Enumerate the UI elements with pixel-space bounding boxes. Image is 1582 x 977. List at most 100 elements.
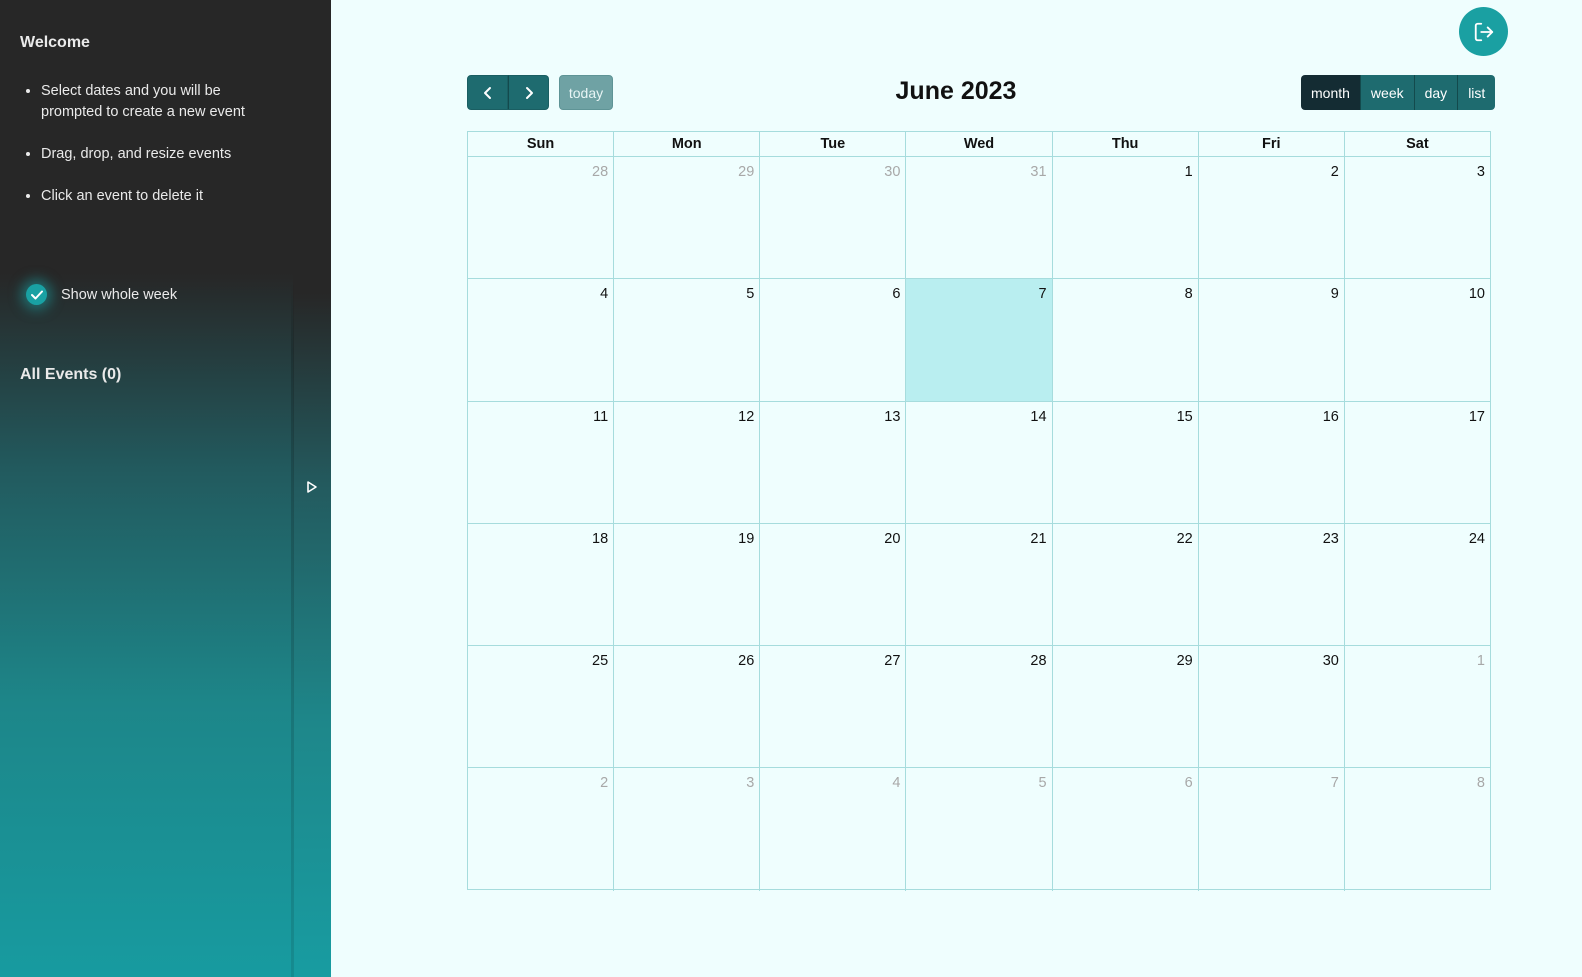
- calendar-day-cell[interactable]: 31: [906, 157, 1053, 279]
- day-number[interactable]: 7: [1331, 775, 1339, 791]
- view-month-button[interactable]: month: [1301, 75, 1360, 110]
- calendar-day-cell[interactable]: 7: [1199, 768, 1345, 891]
- calendar-week-row: 28 29 30 31 1 2 3: [468, 157, 1490, 280]
- day-number[interactable]: 2: [1331, 164, 1339, 180]
- calendar-day-cell[interactable]: 25: [468, 646, 615, 768]
- calendar-day-cell[interactable]: 14: [906, 401, 1053, 523]
- calendar-day-cell[interactable]: 3: [614, 768, 761, 891]
- day-number[interactable]: 14: [1030, 409, 1046, 425]
- day-number[interactable]: 10: [1469, 286, 1485, 302]
- calendar-day-cell[interactable]: 23: [1199, 523, 1345, 646]
- calendar-day-cell[interactable]: 1: [1345, 646, 1490, 767]
- day-number[interactable]: 29: [1177, 653, 1193, 669]
- day-number[interactable]: 26: [738, 653, 754, 669]
- day-number[interactable]: 5: [1038, 775, 1046, 791]
- day-number[interactable]: 17: [1469, 409, 1485, 425]
- day-number[interactable]: 7: [1038, 286, 1046, 302]
- calendar-day-cell[interactable]: 22: [1053, 523, 1199, 646]
- calendar-day-cell[interactable]: 3: [1345, 157, 1490, 278]
- day-number[interactable]: 16: [1323, 409, 1339, 425]
- day-number[interactable]: 4: [892, 775, 900, 791]
- collapse-arrow-icon[interactable]: [305, 480, 319, 494]
- day-number[interactable]: 1: [1477, 653, 1485, 669]
- day-number[interactable]: 19: [738, 531, 754, 547]
- calendar-day-cell[interactable]: 29: [614, 157, 761, 279]
- day-number[interactable]: 8: [1477, 775, 1485, 791]
- day-number[interactable]: 25: [592, 653, 608, 669]
- today-button[interactable]: today: [559, 75, 613, 110]
- instruction-item: Drag, drop, and resize events: [41, 144, 281, 165]
- calendar-day-cell[interactable]: 17: [1345, 402, 1490, 523]
- calendar-day-cell[interactable]: 10: [1345, 279, 1490, 400]
- day-number[interactable]: 5: [746, 286, 754, 302]
- show-whole-week-toggle[interactable]: Show whole week: [26, 284, 177, 305]
- calendar-day-cell[interactable]: 15: [1053, 401, 1199, 523]
- day-number[interactable]: 20: [884, 531, 900, 547]
- view-week-button[interactable]: week: [1359, 75, 1414, 110]
- calendar-day-cell[interactable]: 5: [906, 768, 1053, 891]
- day-number[interactable]: 3: [1477, 164, 1485, 180]
- chevron-right-icon: [525, 86, 533, 99]
- day-number[interactable]: 3: [746, 775, 754, 791]
- day-number[interactable]: 28: [592, 164, 608, 180]
- day-number[interactable]: 23: [1323, 531, 1339, 547]
- calendar-day-cell[interactable]: 11: [468, 401, 615, 523]
- calendar-day-cell[interactable]: 19: [614, 523, 761, 646]
- calendar-day-cell[interactable]: 2: [468, 768, 615, 891]
- calendar-day-cell[interactable]: 28: [468, 157, 615, 279]
- day-number[interactable]: 9: [1331, 286, 1339, 302]
- calendar-day-cell[interactable]: 28: [906, 646, 1053, 768]
- day-number[interactable]: 22: [1177, 531, 1193, 547]
- day-number[interactable]: 31: [1030, 164, 1046, 180]
- day-number[interactable]: 2: [600, 775, 608, 791]
- day-number[interactable]: 15: [1177, 409, 1193, 425]
- day-number[interactable]: 28: [1030, 653, 1046, 669]
- day-number[interactable]: 21: [1030, 531, 1046, 547]
- day-number[interactable]: 27: [884, 653, 900, 669]
- day-number[interactable]: 30: [884, 164, 900, 180]
- day-number[interactable]: 4: [600, 286, 608, 302]
- next-month-button[interactable]: [508, 75, 549, 110]
- calendar-day-cell[interactable]: 2: [1199, 157, 1345, 279]
- day-number[interactable]: 29: [738, 164, 754, 180]
- day-number[interactable]: 6: [1185, 775, 1193, 791]
- calendar-day-cell[interactable]: 8: [1345, 768, 1490, 890]
- calendar-day-cell[interactable]: 9: [1199, 279, 1345, 401]
- calendar-day-cell[interactable]: 30: [1199, 646, 1345, 768]
- day-number[interactable]: 11: [593, 409, 608, 425]
- day-number[interactable]: 18: [592, 531, 608, 547]
- logout-button[interactable]: [1459, 7, 1508, 56]
- calendar-day-cell[interactable]: 29: [1053, 646, 1199, 768]
- calendar-day-cell[interactable]: 1: [1053, 157, 1199, 279]
- day-number[interactable]: 1: [1185, 164, 1193, 180]
- calendar-day-cell[interactable]: 4: [760, 768, 907, 891]
- calendar-day-cell[interactable]: 7: [906, 279, 1053, 401]
- calendar-day-cell[interactable]: 16: [1199, 401, 1345, 523]
- day-number[interactable]: 30: [1323, 653, 1339, 669]
- view-list-button[interactable]: list: [1457, 75, 1496, 110]
- instructions-list: Select dates and you will be prompted to…: [41, 81, 281, 228]
- prev-month-button[interactable]: [467, 75, 508, 110]
- calendar-day-cell[interactable]: 30: [760, 157, 907, 279]
- calendar-day-cell[interactable]: 6: [1053, 768, 1199, 891]
- calendar-day-cell[interactable]: 8: [1053, 279, 1199, 401]
- view-day-button[interactable]: day: [1413, 75, 1458, 110]
- day-number[interactable]: 8: [1185, 286, 1193, 302]
- weekday-label: Sat: [1406, 136, 1429, 152]
- day-number[interactable]: 12: [738, 409, 754, 425]
- calendar-day-cell[interactable]: 21: [906, 523, 1053, 646]
- calendar-day-cell[interactable]: 13: [760, 401, 907, 523]
- calendar-day-cell[interactable]: 20: [760, 523, 907, 646]
- calendar-day-cell[interactable]: 24: [1345, 524, 1490, 645]
- calendar-day-cell[interactable]: 27: [760, 646, 907, 768]
- calendar-day-cell[interactable]: 26: [614, 646, 761, 768]
- calendar-day-cell[interactable]: 12: [614, 401, 761, 523]
- checkmark-icon[interactable]: [26, 284, 47, 305]
- calendar-day-cell[interactable]: 4: [468, 279, 615, 401]
- day-number[interactable]: 24: [1469, 531, 1485, 547]
- calendar-day-cell[interactable]: 5: [614, 279, 761, 401]
- day-number[interactable]: 6: [892, 286, 900, 302]
- calendar-day-cell[interactable]: 6: [760, 279, 907, 401]
- calendar-day-cell[interactable]: 18: [468, 523, 615, 646]
- day-number[interactable]: 13: [884, 409, 900, 425]
